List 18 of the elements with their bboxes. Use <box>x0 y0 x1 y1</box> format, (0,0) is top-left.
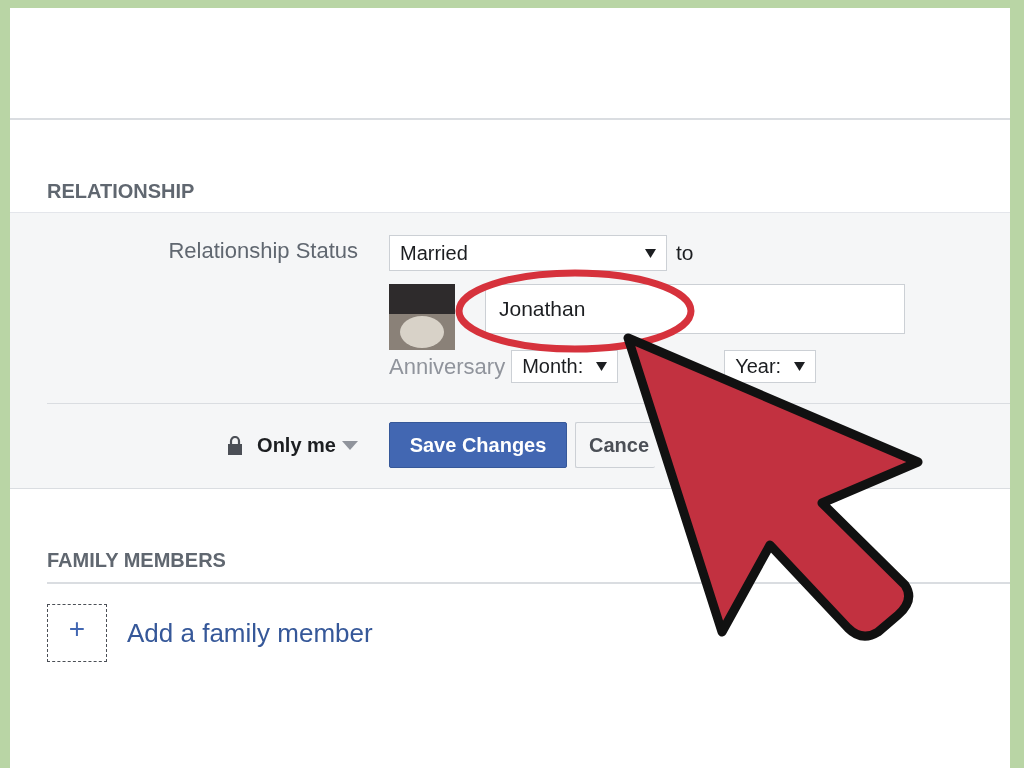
year-dropdown[interactable]: Year: <box>724 350 817 383</box>
save-changes-button[interactable]: Save Changes <box>389 422 567 468</box>
anniversary-label: Anniversary <box>389 353 506 380</box>
lock-icon <box>227 435 244 455</box>
privacy-selector[interactable]: Only me <box>257 433 358 457</box>
add-member-button[interactable]: + <box>47 604 107 662</box>
status-dropdown[interactable]: Married <box>389 235 667 271</box>
field-label: Relationship Status <box>167 237 358 265</box>
caret-icon <box>342 440 358 450</box>
add-family-member-link[interactable]: Add a family member <box>127 617 373 649</box>
month-dropdown[interactable]: Month: <box>511 350 619 383</box>
caret-icon <box>596 362 608 371</box>
caret-icon <box>794 362 806 371</box>
caret-icon <box>645 248 656 258</box>
partner-field[interactable]: Jonathan <box>485 284 905 334</box>
to-label: to <box>676 241 694 265</box>
cancel-button[interactable]: Cance <box>575 422 655 468</box>
avatar <box>389 284 455 350</box>
